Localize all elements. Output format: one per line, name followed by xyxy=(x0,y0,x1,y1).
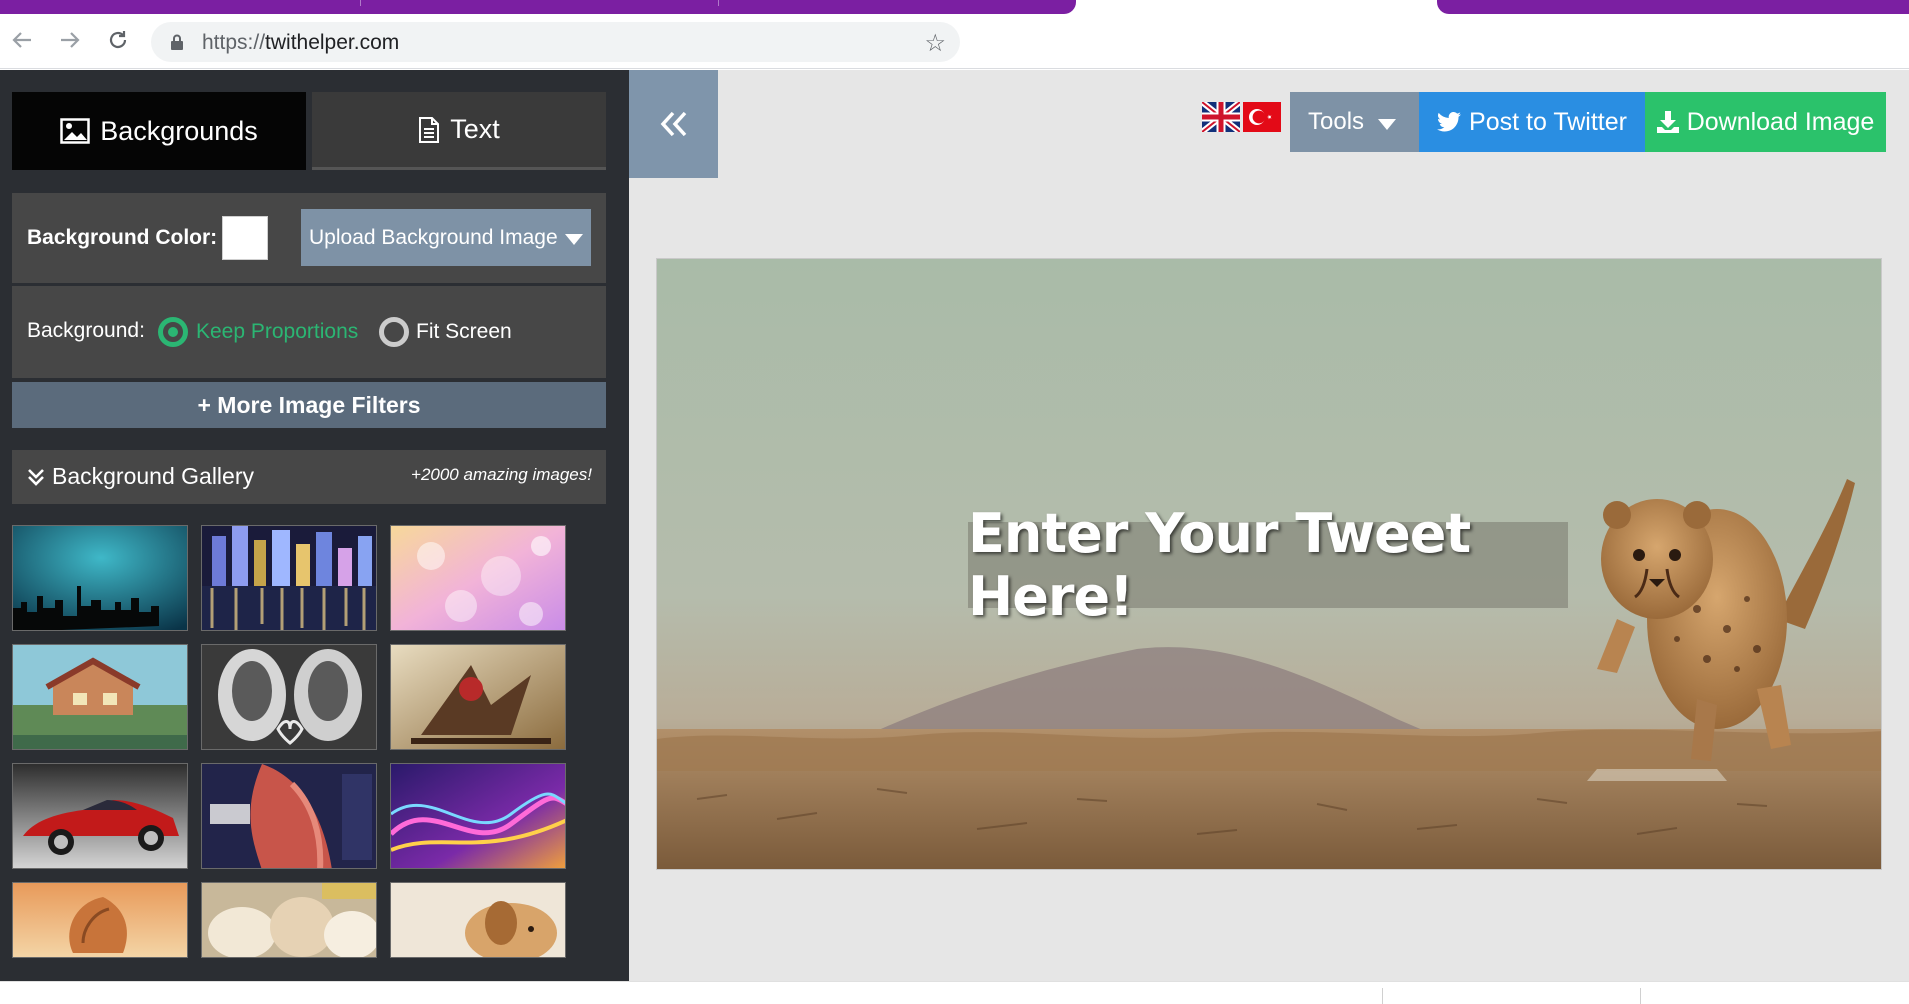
gallery-note: +2000 amazing images! xyxy=(411,465,592,484)
browser-tab-group[interactable] xyxy=(0,0,1076,14)
browser-tab[interactable] xyxy=(1437,0,1909,14)
gallery-thumb-pink-bokeh[interactable] xyxy=(390,525,566,631)
double-chevron-left-icon xyxy=(660,111,686,137)
url-scheme: https:// xyxy=(202,31,266,54)
download-image-label: Download Image xyxy=(1686,107,1875,136)
background-color-row: Background Color: Upload Background Imag… xyxy=(12,193,606,283)
tools-dropdown[interactable]: Tools xyxy=(1290,92,1419,152)
double-chevron-down-icon xyxy=(28,468,44,486)
background-color-label: Background Color: xyxy=(27,226,218,249)
gallery-thumb-puppy[interactable] xyxy=(390,882,566,958)
keep-proportions-radio[interactable] xyxy=(158,317,188,347)
collapse-sidebar-button[interactable] xyxy=(629,70,718,178)
gallery-thumb-red-sports-car[interactable] xyxy=(12,763,188,869)
fit-screen-label[interactable]: Fit Screen xyxy=(416,320,512,344)
keep-proportions-label[interactable]: Keep Proportions xyxy=(196,320,358,344)
forward-icon[interactable] xyxy=(56,26,84,54)
preview-area: Tools Post to Twitter Download Image Ent… xyxy=(629,70,1909,981)
gallery-thumb-night-skyline[interactable] xyxy=(12,525,188,631)
address-bar[interactable]: https://twithelper.com ☆ xyxy=(151,22,960,62)
url-text: https://twithelper.com xyxy=(202,31,399,55)
browser-statusbar xyxy=(0,981,1909,1004)
background-color-swatch[interactable] xyxy=(222,216,268,260)
image-icon xyxy=(60,118,90,144)
tweet-image-canvas[interactable]: Enter Your Tweet Here! xyxy=(656,258,1882,870)
chevron-down-icon xyxy=(565,234,583,245)
gallery-title: Background Gallery xyxy=(26,463,254,490)
tab-separator xyxy=(360,0,361,6)
reload-icon[interactable] xyxy=(104,26,132,54)
background-mode-label: Background: xyxy=(27,319,145,342)
background-mode-row: Background: Keep Proportions Fit Screen xyxy=(12,286,606,378)
gallery-thumb-anime-house[interactable] xyxy=(12,644,188,750)
tab-separator xyxy=(718,0,719,6)
gallery-thumb-anime-warrior[interactable] xyxy=(201,763,377,869)
uk-flag-icon[interactable] xyxy=(1200,99,1242,135)
twitter-icon xyxy=(1437,112,1462,132)
star-icon[interactable]: ☆ xyxy=(924,29,946,58)
background-gallery-header[interactable]: Background Gallery +2000 amazing images! xyxy=(12,450,606,504)
upload-background-button[interactable]: Upload Background Image xyxy=(301,209,591,266)
gallery-thumb-fantasy-ship[interactable] xyxy=(390,644,566,750)
chevron-down-icon xyxy=(1378,118,1397,130)
url-host: twithelper.com xyxy=(265,31,400,54)
statusbar-separator xyxy=(1382,988,1383,1004)
browser-toolbar: https://twithelper.com ☆ xyxy=(0,14,1909,69)
tab-text[interactable]: Text xyxy=(312,92,606,170)
post-to-twitter-label: Post to Twitter xyxy=(1469,107,1627,136)
browser-tabstrip xyxy=(0,0,1909,14)
fit-screen-radio[interactable] xyxy=(379,317,409,347)
gallery-thumb-sneakers-heart[interactable] xyxy=(201,644,377,750)
gallery-title-text: Background Gallery xyxy=(52,463,254,489)
tab-text-label: Text xyxy=(450,114,500,144)
back-icon[interactable] xyxy=(8,26,36,54)
upload-background-label: Upload Background Image xyxy=(309,225,558,249)
download-image-button[interactable]: Download Image xyxy=(1645,92,1886,152)
statusbar-separator xyxy=(1640,988,1641,1004)
post-to-twitter-button[interactable]: Post to Twitter xyxy=(1419,92,1645,152)
gallery-thumb-city-lights[interactable] xyxy=(201,525,377,631)
document-icon xyxy=(419,116,440,143)
turkey-flag-icon[interactable] xyxy=(1243,102,1281,132)
tab-backgrounds-label: Backgrounds xyxy=(100,115,258,146)
tab-backgrounds[interactable]: Backgrounds xyxy=(12,92,306,170)
lock-icon[interactable] xyxy=(171,34,183,50)
gallery-thumb-sea-shell[interactable] xyxy=(12,882,188,958)
download-icon xyxy=(1656,111,1679,133)
more-image-filters-button[interactable]: + More Image Filters xyxy=(12,382,606,428)
tweet-text[interactable]: Enter Your Tweet Here! xyxy=(968,502,1568,628)
tools-label: Tools xyxy=(1308,108,1365,135)
gallery-thumb-cats[interactable] xyxy=(201,882,377,958)
gallery-thumb-purple-waves[interactable] xyxy=(390,763,566,869)
editor-sidebar: Backgrounds Text Background Color: Uploa… xyxy=(0,70,629,981)
tweet-text-box[interactable]: Enter Your Tweet Here! xyxy=(968,502,1568,628)
